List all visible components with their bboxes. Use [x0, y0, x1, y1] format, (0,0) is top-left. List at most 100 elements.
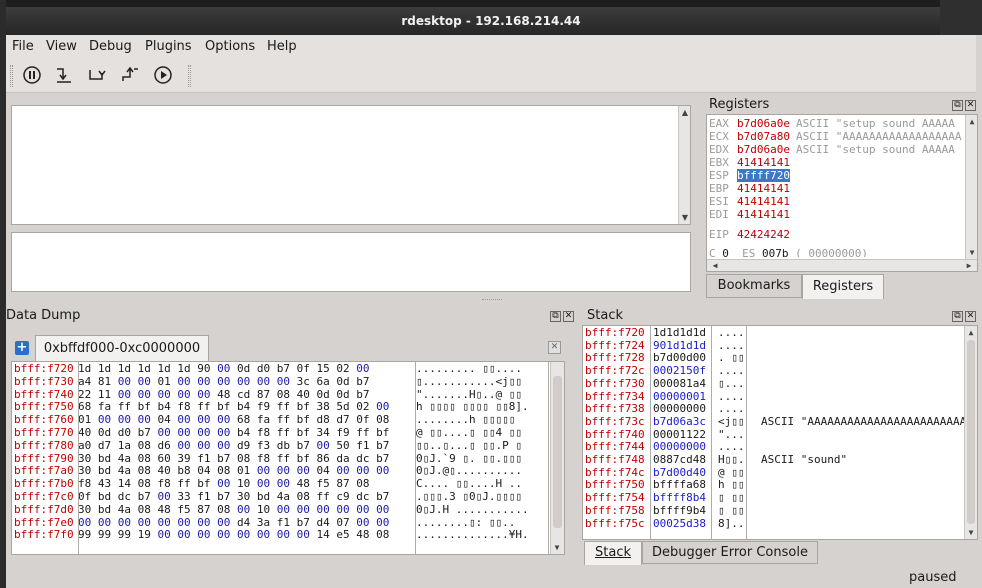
stack-scroll-thumb[interactable] — [967, 340, 975, 524]
stack-value[interactable]: b7d06a3c — [651, 415, 715, 429]
dump-ascii[interactable]: ..............¥H. — [412, 529, 529, 542]
stack-value[interactable]: 00025d38 — [651, 517, 715, 531]
register-value[interactable]: 42424242 — [737, 228, 790, 241]
disassembly-view[interactable]: ▲ ▼ — [11, 105, 691, 225]
register-row[interactable]: EIP 42424242 — [709, 228, 796, 241]
stack-row[interactable]: bfff:f75c 00025d38 8].. — [583, 517, 761, 531]
dump-hex-bytes[interactable]: 99 99 99 19 00 00 00 00 00 00 00 00 14 e… — [78, 528, 412, 542]
stack-row[interactable]: bfff:f758 bffff9b4 ▯ ▯▯ — [583, 504, 761, 518]
register-row[interactable]: ESI 41414141 — [709, 195, 796, 208]
tab-registers[interactable]: Registers — [802, 274, 884, 299]
dump-row[interactable]: bfff:f7f0 99 99 99 19 00 00 00 00 00 00 0… — [12, 528, 529, 542]
scroll-left-arrow-icon[interactable]: ◀ — [709, 261, 721, 270]
tab-bookmarks[interactable]: Bookmarks — [706, 274, 802, 298]
close-tab-icon[interactable]: ✕ — [548, 341, 561, 354]
scroll-down-arrow-icon[interactable]: ▼ — [966, 248, 977, 257]
register-value[interactable]: 41414141 — [737, 182, 790, 195]
close-icon[interactable]: ✕ — [563, 311, 574, 322]
toolbar-grip-end[interactable] — [188, 65, 191, 87]
register-row[interactable]: EDI 41414141 — [709, 208, 796, 221]
add-tab-button[interactable]: + — [15, 341, 29, 355]
menu-help[interactable]: Help — [267, 39, 297, 54]
stack-value[interactable]: 00000000 — [651, 402, 715, 416]
stack-row[interactable]: bfff:f730 000081a4 ▯... — [583, 377, 761, 391]
close-icon[interactable]: ✕ — [965, 311, 976, 322]
instruction-info-view[interactable] — [11, 232, 691, 292]
dump-address: bfff:f7c0 — [14, 490, 74, 503]
float-icon[interactable]: ⧉ — [952, 100, 963, 111]
stack-row[interactable]: bfff:f748 0887cd48 H▯▯. ASCII "sound" — [583, 453, 847, 467]
register-row[interactable]: ECX b7d07a80 ASCII "AAAAAAAAAAAAAAAAAA — [709, 130, 962, 143]
stack-row[interactable]: bfff:f72c 0002150f.... — [583, 364, 761, 378]
toolbar-grip[interactable] — [10, 65, 13, 87]
scroll-down-arrow-icon[interactable]: ▼ — [551, 543, 563, 552]
dump-ascii[interactable]: ▯▯..▯...▯ ▯▯.P ▯ — [412, 439, 522, 453]
dump-ascii[interactable]: @ ▯▯....▯ ▯▯4 ▯▯ — [412, 426, 522, 440]
scroll-down-arrow-icon[interactable]: ▼ — [965, 528, 977, 537]
data-dump-view[interactable]: bfff:f720 1d 1d 1d 1d 1d 1d 90 00 0d d0 b… — [11, 361, 565, 555]
register-value[interactable]: b7d07a80 — [737, 130, 790, 143]
tab-stack[interactable]: Stack — [584, 541, 642, 565]
register-row[interactable]: EAX b7d06a0e ASCII "setup sound AAAAA — [709, 117, 955, 130]
scroll-right-arrow-icon[interactable]: ▶ — [963, 261, 975, 270]
stack-row[interactable]: bfff:f73c b7d06a3c <j▯▯ ASCII "AAAAAAAAAAAA… — [583, 415, 965, 429]
run-button[interactable] — [151, 63, 175, 87]
stack-value[interactable]: bffff9b4 — [651, 504, 715, 518]
tab-debugger-error-console[interactable]: Debugger Error Console — [642, 541, 818, 564]
scroll-up-arrow-icon[interactable]: ▲ — [966, 117, 977, 126]
menu-plugins[interactable]: Plugins — [145, 39, 192, 54]
register-value[interactable]: 41414141 — [737, 156, 790, 169]
flag-c-value[interactable]: 0 — [722, 247, 729, 257]
step-over-button[interactable] — [85, 63, 109, 87]
stack-view[interactable]: bfff:f720 1d1d1d1d.... bfff:f724 901d1d1d..… — [582, 325, 978, 540]
dump-scrollbar[interactable]: ▼ — [550, 362, 564, 554]
stack-value[interactable]: 0887cd48 — [651, 453, 715, 467]
stack-value[interactable]: bffff8b4 — [651, 491, 715, 505]
stack-row[interactable]: bfff:f754 bffff8b4 ▯ ▯▯ — [583, 491, 761, 505]
register-row[interactable]: EBP 41414141 — [709, 182, 796, 195]
register-value[interactable]: bffff720 — [737, 169, 790, 182]
close-icon[interactable]: ✕ — [965, 100, 976, 111]
stack-value[interactable]: 0002150f — [651, 364, 715, 378]
disassembly-scrollbar[interactable]: ▲ ▼ — [678, 106, 690, 224]
tab-memory-region[interactable]: 0xbffdf000-0xc0000000 — [35, 335, 209, 362]
pause-button[interactable] — [20, 63, 44, 87]
float-icon[interactable]: ⧉ — [550, 311, 561, 322]
stack-row[interactable]: bfff:f720 1d1d1d1d.... — [583, 327, 761, 340]
scroll-up-arrow-icon[interactable]: ▲ — [679, 108, 691, 117]
menu-options[interactable]: Options — [205, 39, 255, 54]
step-into-button[interactable] — [52, 63, 76, 87]
dump-rows: bfff:f720 1d 1d 1d 1d 1d 1d 90 00 0d d0 b… — [12, 362, 550, 553]
dump-scroll-thumb[interactable] — [553, 376, 562, 528]
registers-vscroll[interactable]: ▲ ▼ — [965, 115, 977, 259]
splitter-handle[interactable] — [482, 299, 502, 303]
run-icon — [154, 66, 172, 84]
stack-row[interactable]: bfff:f738 00000000.... — [583, 402, 761, 416]
float-icon[interactable]: ⧉ — [952, 311, 963, 322]
registers-hscroll[interactable]: ◀ ▶ — [707, 259, 977, 271]
register-row[interactable]: ESP bffff720 — [709, 169, 796, 182]
stack-value[interactable]: 000081a4 — [651, 377, 715, 391]
scroll-down-arrow-icon[interactable]: ▼ — [679, 213, 691, 222]
menu-file[interactable]: File — [12, 39, 34, 54]
menu-view[interactable]: View — [46, 39, 77, 54]
register-row[interactable]: EDX b7d06a0e ASCII "setup sound AAAAA — [709, 143, 955, 156]
stack-scrollbar[interactable]: ▲ ▼ — [964, 326, 977, 539]
register-value[interactable]: 41414141 — [737, 195, 790, 208]
seg-es-value[interactable]: 007b — [762, 247, 789, 257]
register-value[interactable]: 41414141 — [737, 208, 790, 221]
dump-ascii[interactable]: ▯...........<j▯▯ — [412, 375, 522, 389]
menu-debug[interactable]: Debug — [89, 39, 132, 54]
register-list: EAX b7d06a0e ASCII "setup sound AAAAA ECX b7… — [709, 117, 965, 257]
register-name: ESI — [709, 195, 729, 208]
dump-ascii[interactable]: 0▯J.H ........... — [412, 503, 529, 517]
dump-ascii[interactable]: ......... ▯▯.... — [412, 362, 522, 376]
register-row[interactable]: EBX 41414141 — [709, 156, 796, 169]
register-value[interactable]: b7d06a0e — [737, 143, 790, 156]
step-out-button[interactable] — [118, 63, 142, 87]
registers-view[interactable]: EAX b7d06a0e ASCII "setup sound AAAAA ECX b7… — [706, 114, 978, 272]
scroll-up-arrow-icon[interactable]: ▲ — [965, 328, 977, 337]
stack-value[interactable]: 1d1d1d1d — [651, 327, 715, 340]
dump-ascii[interactable]: .▯▯▯.3 ▯0▯J.▯▯▯▯ — [412, 490, 522, 504]
register-value[interactable]: b7d06a0e — [737, 117, 790, 130]
